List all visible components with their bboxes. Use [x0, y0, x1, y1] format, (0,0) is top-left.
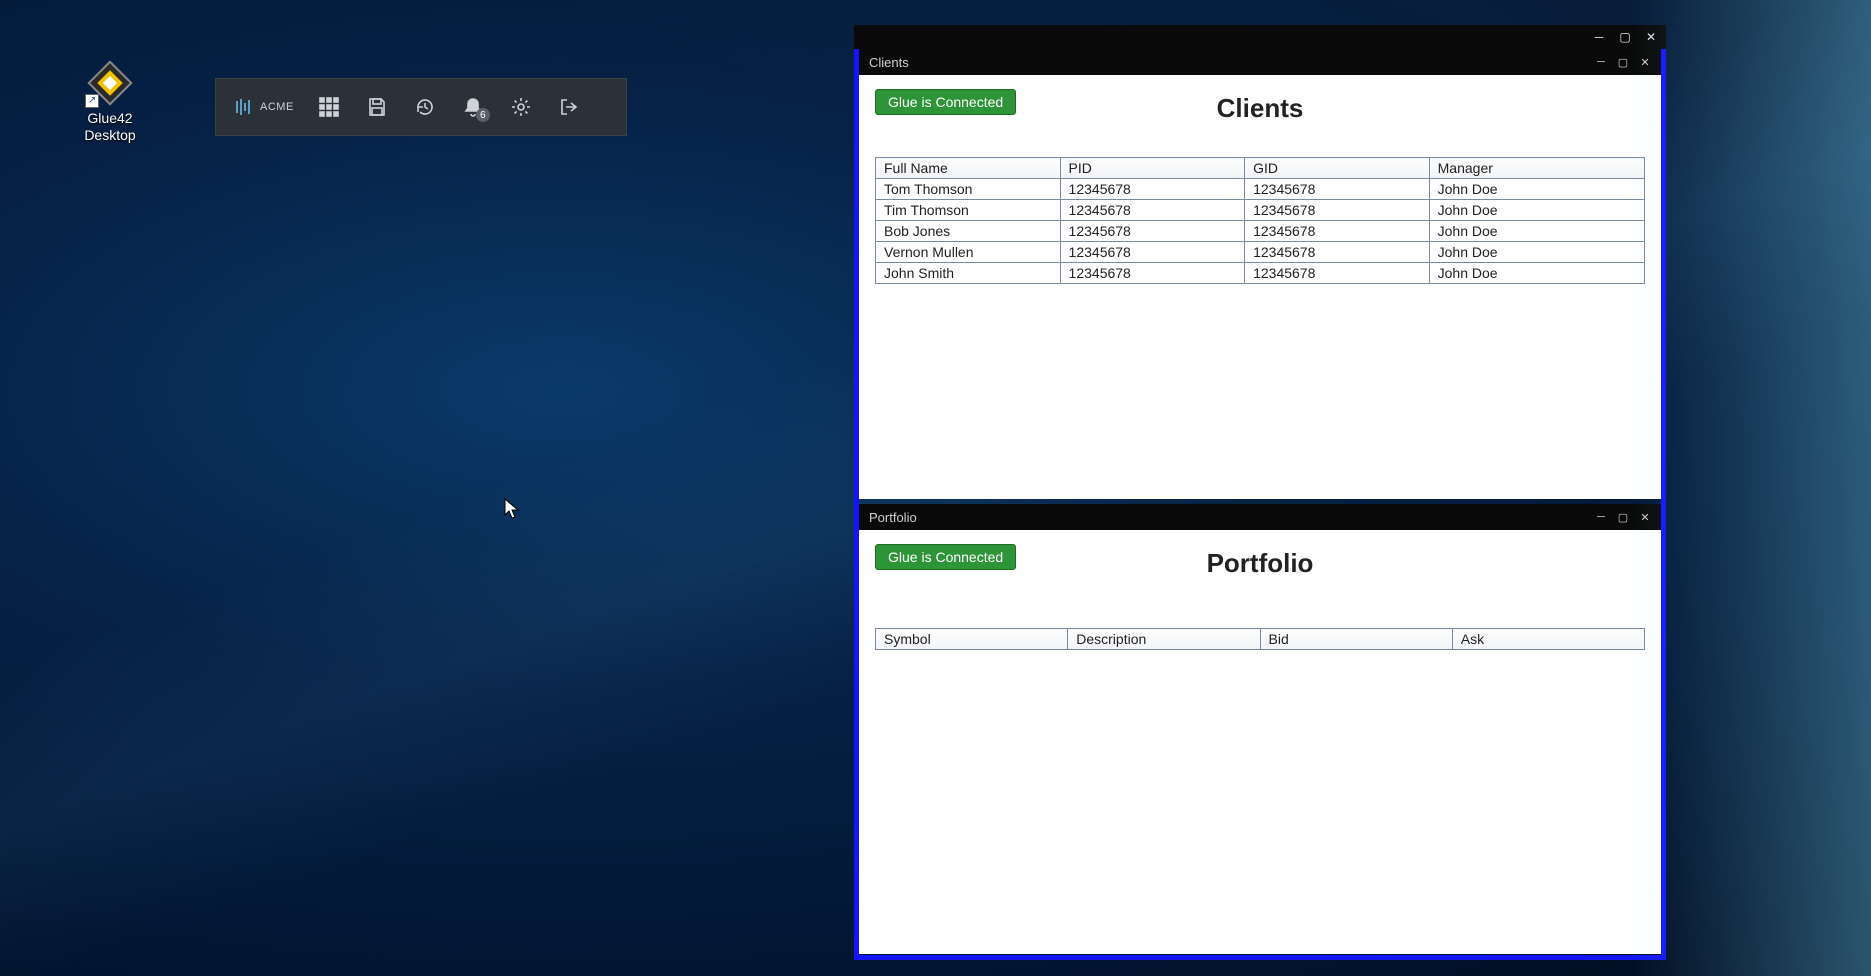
history-button[interactable]	[412, 94, 438, 120]
save-button[interactable]	[364, 94, 390, 120]
portfolio-header-row: Symbol Description Bid Ask	[876, 629, 1645, 650]
table-row[interactable]: John Smith 12345678 12345678 John Doe	[876, 263, 1645, 284]
portfolio-maximize-button[interactable]: ▢	[1613, 508, 1633, 526]
cell-mgr: John Doe	[1429, 263, 1644, 284]
cell-gid: 12345678	[1245, 221, 1430, 242]
cell-pid: 12345678	[1060, 200, 1245, 221]
cell-pid: 12345678	[1060, 221, 1245, 242]
settings-button[interactable]	[508, 94, 534, 120]
apps-grid-button[interactable]	[316, 94, 342, 120]
group-close-button[interactable]: ✕	[1640, 28, 1662, 46]
cell-gid: 12345678	[1245, 263, 1430, 284]
clients-maximize-button[interactable]: ▢	[1613, 53, 1633, 71]
notification-count-badge: 6	[476, 108, 490, 122]
col-fullname[interactable]: Full Name	[876, 158, 1061, 179]
portfolio-window[interactable]: Portfolio ─ ▢ ✕ Glue is Connected Portfo…	[859, 504, 1661, 954]
history-icon	[414, 96, 436, 118]
cell-mgr: John Doe	[1429, 200, 1644, 221]
cell-pid: 12345678	[1060, 263, 1245, 284]
col-ask[interactable]: Ask	[1452, 629, 1644, 650]
cell-mgr: John Doe	[1429, 242, 1644, 263]
glue42-toolbar[interactable]: ACME 6	[215, 78, 627, 136]
desktop-shortcut-glue42[interactable]: ↗ Glue42Desktop	[55, 60, 165, 144]
cell-pid: 12345678	[1060, 179, 1245, 200]
col-gid[interactable]: GID	[1245, 158, 1430, 179]
cell-mgr: John Doe	[1429, 221, 1644, 242]
cell-gid: 12345678	[1245, 179, 1430, 200]
clients-titlebar[interactable]: Clients ─ ▢ ✕	[859, 49, 1661, 75]
exit-button[interactable]	[556, 94, 582, 120]
table-row[interactable]: Vernon Mullen 12345678 12345678 John Doe	[876, 242, 1645, 263]
table-row[interactable]: Bob Jones 12345678 12345678 John Doe	[876, 221, 1645, 242]
cell-mgr: John Doe	[1429, 179, 1644, 200]
col-bid[interactable]: Bid	[1260, 629, 1452, 650]
cell-name: Vernon Mullen	[876, 242, 1061, 263]
toolbar-brand: ACME	[234, 97, 294, 117]
exit-icon	[558, 96, 580, 118]
table-row[interactable]: Tom Thomson 12345678 12345678 John Doe	[876, 179, 1645, 200]
desktop-shortcut-label: Glue42Desktop	[84, 110, 135, 144]
clients-close-button[interactable]: ✕	[1635, 53, 1655, 71]
group-maximize-button[interactable]: ▢	[1614, 28, 1636, 46]
portfolio-titlebar[interactable]: Portfolio ─ ▢ ✕	[859, 504, 1661, 530]
cell-name: Tom Thomson	[876, 179, 1061, 200]
cell-name: John Smith	[876, 263, 1061, 284]
clients-table: Full Name PID GID Manager Tom Thomson 12…	[875, 157, 1645, 284]
table-row[interactable]: Tim Thomson 12345678 12345678 John Doe	[876, 200, 1645, 221]
col-description[interactable]: Description	[1068, 629, 1260, 650]
brand-text: ACME	[260, 101, 294, 113]
clients-minimize-button[interactable]: ─	[1591, 53, 1611, 71]
save-icon	[366, 96, 388, 118]
clients-window[interactable]: Clients ─ ▢ ✕ Glue is Connected Clients …	[859, 49, 1661, 499]
clients-header-row: Full Name PID GID Manager	[876, 158, 1645, 179]
portfolio-minimize-button[interactable]: ─	[1591, 508, 1611, 526]
apps-grid-icon	[318, 96, 340, 118]
clients-heading: Clients	[859, 93, 1661, 124]
col-pid[interactable]: PID	[1060, 158, 1245, 179]
mouse-cursor-icon	[504, 498, 520, 520]
portfolio-close-button[interactable]: ✕	[1635, 508, 1655, 526]
glue42-icon: ↗	[87, 60, 133, 106]
portfolio-table: Symbol Description Bid Ask	[875, 628, 1645, 650]
cell-name: Tim Thomson	[876, 200, 1061, 221]
group-minimize-button[interactable]: ─	[1588, 28, 1610, 46]
window-group-titlebar[interactable]: ─ ▢ ✕	[854, 25, 1666, 49]
brand-bars-icon	[234, 97, 254, 117]
cell-gid: 12345678	[1245, 200, 1430, 221]
col-symbol[interactable]: Symbol	[876, 629, 1068, 650]
shortcut-arrow-icon: ↗	[85, 94, 99, 108]
clients-window-title: Clients	[869, 55, 909, 70]
gear-icon	[510, 96, 532, 118]
portfolio-window-title: Portfolio	[869, 510, 917, 525]
cell-gid: 12345678	[1245, 242, 1430, 263]
portfolio-heading: Portfolio	[859, 548, 1661, 579]
cell-pid: 12345678	[1060, 242, 1245, 263]
notifications-button[interactable]: 6	[460, 94, 486, 120]
col-manager[interactable]: Manager	[1429, 158, 1644, 179]
cell-name: Bob Jones	[876, 221, 1061, 242]
